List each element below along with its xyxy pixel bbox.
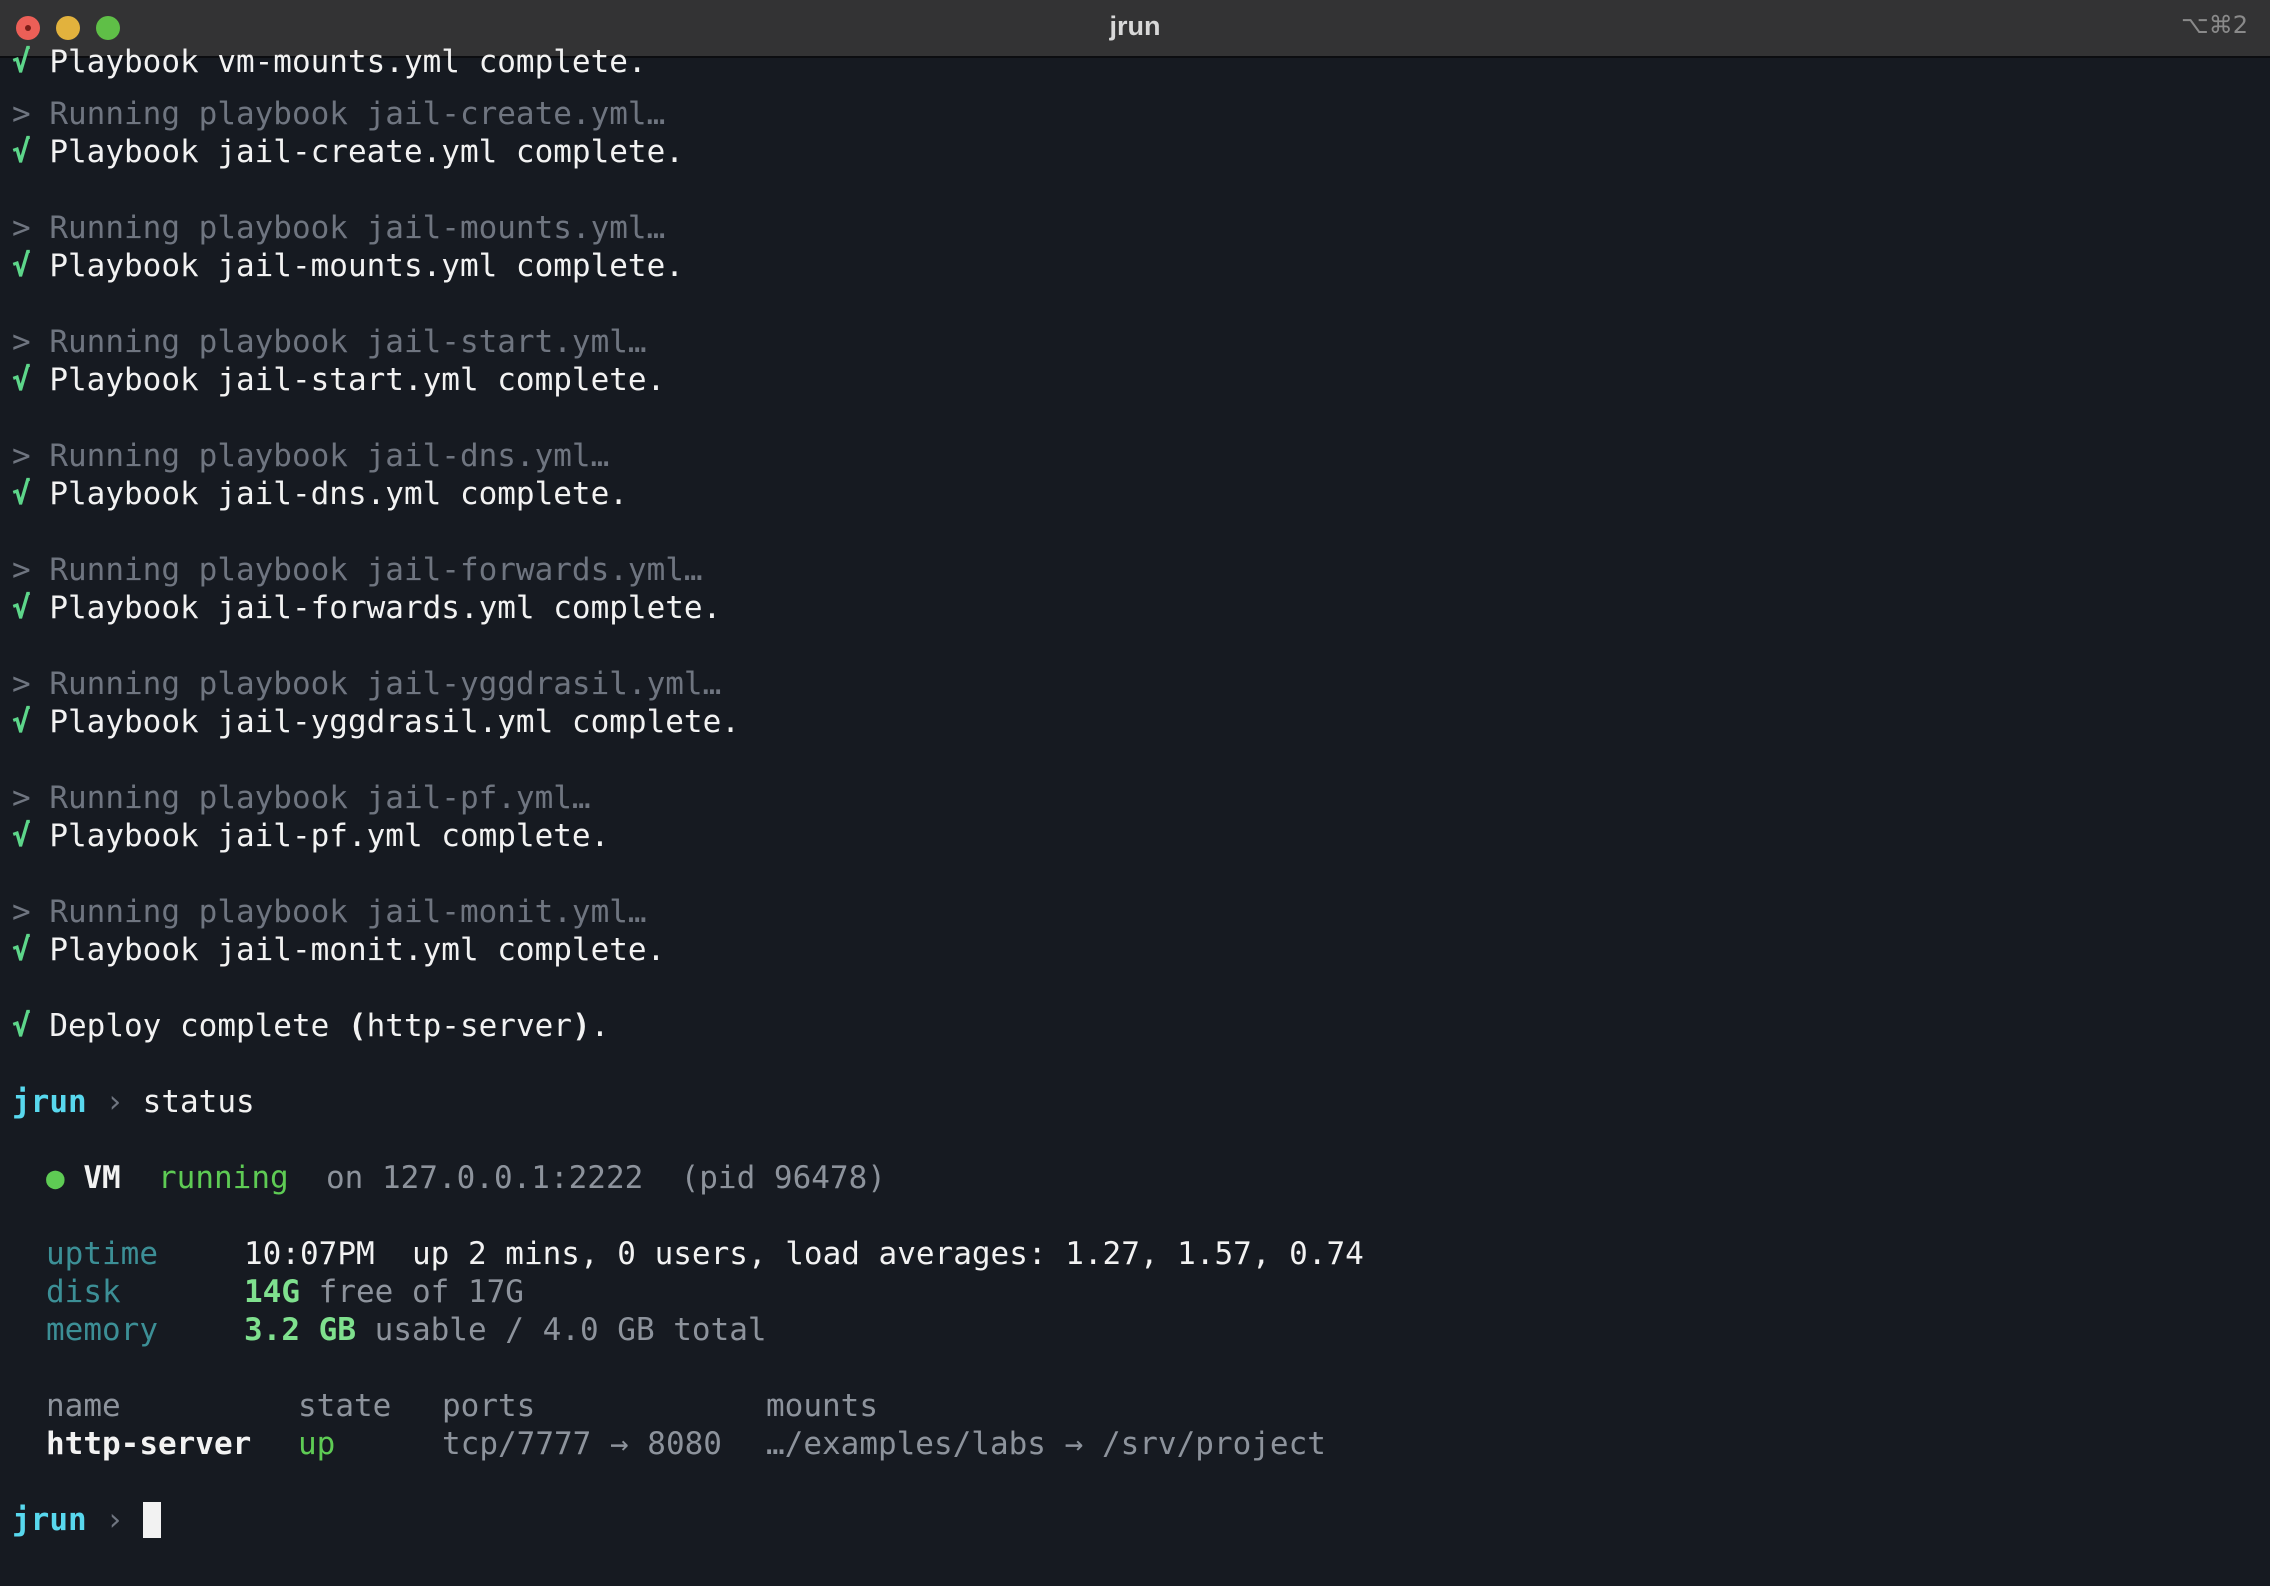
- log-line: √ Playbook jail-forwards.yml complete.: [12, 590, 722, 626]
- column-header-mounts: mounts: [766, 1388, 878, 1424]
- run-marker-icon: >: [12, 324, 31, 360]
- memory-label: memory: [46, 1312, 158, 1348]
- uptime-row: uptime 10:07PM up 2 mins, 0 users, load …: [46, 1235, 2246, 1273]
- log-line: > Running playbook jail-mounts.yml…: [12, 210, 666, 246]
- uptime-value: 10:07PM up 2 mins, 0 users, load average…: [244, 1236, 1364, 1272]
- log-line: > Running playbook jail-pf.yml…: [12, 780, 591, 816]
- log-line: √ Playbook jail-dns.yml complete.: [12, 476, 628, 512]
- check-icon: √: [12, 44, 31, 80]
- jails-table-header: name state ports mounts: [46, 1387, 2246, 1425]
- vm-state: running: [158, 1160, 289, 1196]
- log-line: > Running playbook jail-forwards.yml…: [12, 552, 703, 588]
- run-marker-icon: >: [12, 552, 31, 588]
- check-icon: √: [12, 362, 31, 398]
- run-marker-icon: >: [12, 210, 31, 246]
- vm-status-line: ● VM running on 127.0.0.1:2222 (pid 9647…: [46, 1159, 886, 1197]
- check-icon: √: [12, 818, 31, 854]
- vm-pid: (pid 96478): [680, 1160, 886, 1196]
- log-line: √ Playbook vm-mounts.yml complete.: [12, 44, 647, 80]
- window-title: jrun: [1109, 11, 1161, 41]
- check-icon: √: [12, 1008, 31, 1044]
- chevron-right-icon: ›: [105, 1502, 124, 1538]
- table-row: http-server up tcp/7777 → 8080 …/example…: [46, 1425, 2246, 1463]
- deploy-summary: √ Deploy complete (http-server).: [12, 1008, 610, 1044]
- check-icon: √: [12, 134, 31, 170]
- prompt-line: jrun › status: [12, 1083, 255, 1121]
- log-line: > Running playbook jail-dns.yml…: [12, 438, 610, 474]
- run-marker-icon: >: [12, 666, 31, 702]
- log-line: √ Playbook jail-pf.yml complete.: [12, 818, 610, 854]
- terminal-window: jrun ⌥⌘2 √ Playbook vm-mounts.yml comple…: [0, 0, 2270, 1586]
- run-marker-icon: >: [12, 780, 31, 816]
- log-line: √ Playbook jail-mounts.yml complete.: [12, 248, 684, 284]
- run-marker-icon: >: [12, 894, 31, 930]
- log-line: > Running playbook jail-monit.yml…: [12, 894, 647, 930]
- log-line: > Running playbook jail-start.yml…: [12, 324, 647, 360]
- jail-mounts: …/examples/labs → /srv/project: [766, 1426, 1326, 1462]
- log-line: > Running playbook jail-yggdrasil.yml…: [12, 666, 722, 702]
- log-line: > Running playbook jail-create.yml…: [12, 96, 666, 132]
- run-marker-icon: >: [12, 96, 31, 132]
- jail-name: http-server: [46, 1426, 252, 1462]
- vm-address: on 127.0.0.1:2222: [325, 1160, 644, 1196]
- disk-row: disk 14G free of 17G: [46, 1274, 524, 1310]
- disk-label: disk: [46, 1274, 121, 1310]
- prompt-name: jrun: [12, 1502, 87, 1538]
- column-header-ports: ports: [442, 1388, 536, 1424]
- check-icon: √: [12, 248, 31, 284]
- text-cursor[interactable]: [142, 1502, 161, 1538]
- jail-state: up: [298, 1426, 336, 1462]
- log-line: √ Playbook jail-create.yml complete.: [12, 134, 684, 170]
- status-dot-icon: ●: [46, 1160, 65, 1196]
- check-icon: √: [12, 704, 31, 740]
- uptime-label: uptime: [46, 1236, 158, 1272]
- log-line: √ Playbook jail-monit.yml complete.: [12, 932, 666, 968]
- check-icon: √: [12, 476, 31, 512]
- column-header-name: name: [46, 1388, 121, 1424]
- disk-free-value: 14G: [244, 1274, 300, 1310]
- check-icon: √: [12, 932, 31, 968]
- run-marker-icon: >: [12, 438, 31, 474]
- prompt-line-active[interactable]: jrun ›: [12, 1501, 161, 1539]
- window-shortcut: ⌥⌘2: [2181, 11, 2248, 39]
- chevron-right-icon: ›: [105, 1084, 124, 1120]
- memory-row: memory 3.2 GB usable / 4.0 GB total: [46, 1312, 767, 1348]
- column-header-state: state: [298, 1388, 392, 1424]
- prompt-name: jrun: [12, 1084, 87, 1120]
- check-icon: √: [12, 590, 31, 626]
- jail-ports: tcp/7777 → 8080: [442, 1426, 722, 1462]
- memory-usable-value: 3.2 GB: [244, 1312, 356, 1348]
- vm-label: VM: [83, 1160, 121, 1196]
- terminal-output[interactable]: √ Playbook vm-mounts.yml complete. > Run…: [0, 44, 2270, 1586]
- log-line: √ Playbook jail-start.yml complete.: [12, 362, 666, 398]
- log-line: √ Playbook jail-yggdrasil.yml complete.: [12, 704, 740, 740]
- entered-command: status: [142, 1084, 255, 1120]
